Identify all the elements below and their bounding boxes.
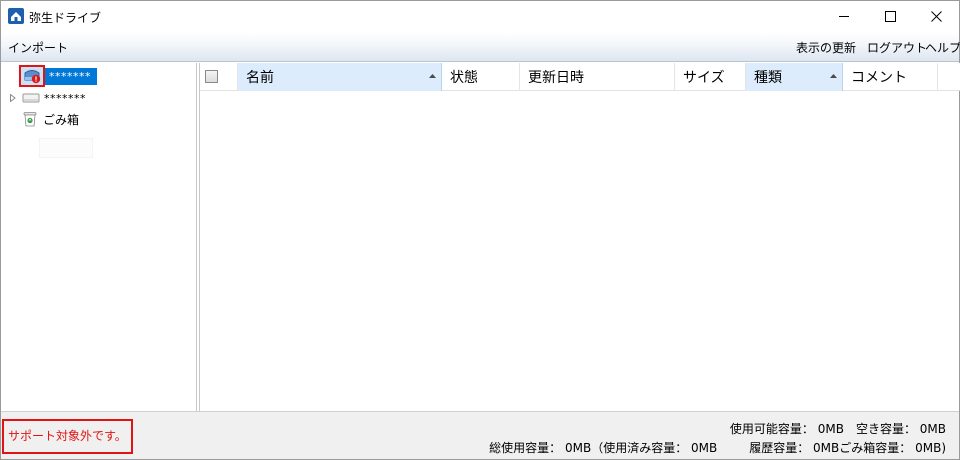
tree-item-drive-selected[interactable]: ******* [19, 65, 97, 87]
window-title: 弥生ドライブ [29, 11, 102, 25]
folder-tree: ******* ******* ごみ箱 [1, 63, 197, 411]
free-capacity: 空き容量： 0MB [855, 422, 946, 436]
capacity-line-2: 総使用容量： 0MB（使用済み容量： 0MB 履歴容量： 0MBごみ箱容量： 0M… [489, 439, 946, 456]
column-header-updated[interactable]: 更新日時 [520, 63, 675, 91]
tree-item-trash[interactable]: ごみ箱 [23, 109, 79, 129]
file-list-header: 名前 状態 更新日時 サイズ 種類 コメント [200, 63, 960, 91]
column-header-label: サイズ [683, 70, 725, 86]
tree-empty-area [39, 138, 93, 158]
column-header-label: 種類 [754, 70, 782, 86]
column-header-label: 状態 [450, 70, 478, 86]
help-menu-item[interactable]: ヘルプ [925, 39, 960, 56]
available-capacity: 使用可能容量： 0MB [729, 422, 844, 436]
column-header-label: 名前 [246, 70, 274, 86]
close-button[interactable] [913, 1, 959, 32]
drive-icon [22, 92, 40, 104]
tree-item-label: ごみ箱 [43, 112, 80, 127]
column-header-comment[interactable]: コメント [843, 63, 938, 91]
column-header-type[interactable]: 種類 [746, 63, 843, 91]
title-bar: 弥生ドライブ [1, 1, 959, 32]
refresh-menu-item[interactable]: 表示の更新 [796, 39, 856, 56]
sort-ascending-icon [429, 74, 436, 78]
minimize-icon [838, 16, 849, 17]
column-header-size[interactable]: サイズ [675, 63, 746, 91]
column-header-label: 更新日時 [528, 70, 584, 86]
menu-bar: インポート 表示の更新 ログアウト ヘルプ [1, 32, 960, 62]
logout-menu-item[interactable]: ログアウト [867, 39, 927, 56]
history-capacity: 履歴容量： 0MB [749, 441, 840, 455]
tree-item-label: ******* [44, 91, 86, 105]
file-list: 名前 状態 更新日時 サイズ 種類 コメント [199, 63, 960, 411]
column-header-label: コメント [851, 70, 907, 86]
trash-capacity: ごみ箱容量： 0MB) [839, 441, 946, 455]
capacity-line-1: 使用可能容量： 0MB 空き容量： 0MB [730, 420, 946, 437]
tree-item-label: ******* [45, 67, 97, 85]
status-bar: サポート対象外です。 使用可能容量： 0MB 空き容量： 0MB 総使用容量： 0… [1, 411, 959, 459]
total-used-capacity: 総使用容量： 0MB（使用済み容量： 0MB [489, 441, 718, 455]
drive-warning-icon [19, 65, 45, 87]
close-icon [930, 11, 942, 22]
column-header-status[interactable]: 状態 [442, 63, 520, 91]
status-message: サポート対象外です。 [2, 419, 133, 454]
app-logo-icon [8, 8, 24, 24]
expand-arrow-icon[interactable] [7, 92, 19, 104]
select-all-checkbox[interactable] [205, 70, 218, 83]
import-menu-item[interactable]: インポート [8, 39, 68, 56]
sort-ascending-icon [830, 74, 837, 78]
trash-icon [23, 111, 37, 127]
column-header-name[interactable]: 名前 [238, 63, 442, 91]
select-all-column [200, 63, 238, 91]
maximize-button[interactable] [867, 1, 913, 32]
maximize-icon [884, 11, 896, 22]
minimize-button[interactable] [821, 1, 867, 32]
tree-item-drive[interactable]: ******* [7, 88, 86, 108]
app-window: 弥生ドライブ インポート 表示の更新 ログアウト ヘルプ ******* ***… [0, 0, 960, 460]
